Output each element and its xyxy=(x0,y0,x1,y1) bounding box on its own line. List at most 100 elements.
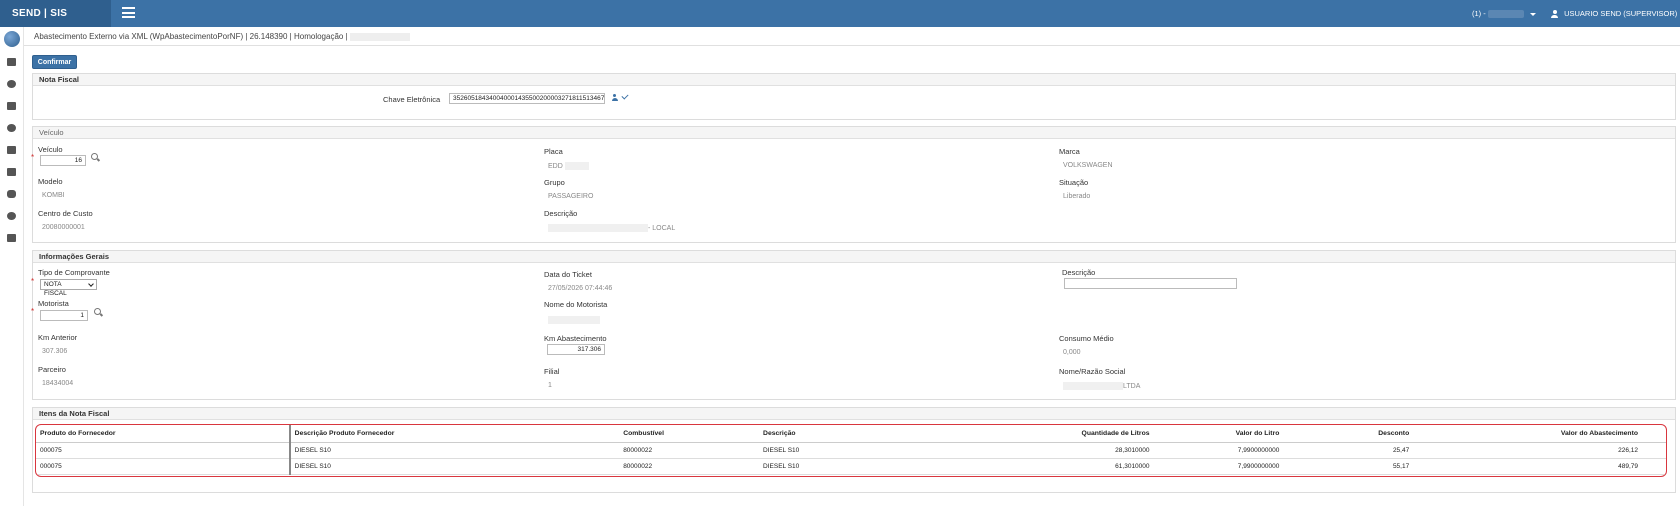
table-cell: DIESEL S10 xyxy=(288,442,620,459)
marca-value: VOLKSWAGEN xyxy=(1063,162,1113,169)
table-cell: 25,47 xyxy=(1283,442,1414,459)
user-menu[interactable]: USUARIO SEND (SUPERVISOR) xyxy=(1551,0,1680,43)
gear-icon[interactable] xyxy=(7,80,16,88)
table-icon[interactable] xyxy=(7,102,16,110)
top-bar: SEND | SIS (1) - USUARIO SEND (SUPERVISO… xyxy=(0,0,1680,43)
industry-icon[interactable] xyxy=(7,146,16,154)
consumo-medio-label: Consumo Médio xyxy=(1059,334,1114,343)
print-icon[interactable] xyxy=(7,234,16,242)
search-icon[interactable] xyxy=(7,212,16,220)
truck-icon[interactable] xyxy=(7,168,16,176)
redacted-text xyxy=(349,32,410,41)
confirm-button[interactable]: Confirmar xyxy=(32,55,77,69)
brand-logo[interactable]: SEND | SIS xyxy=(0,0,111,27)
grupo-value: PASSAGEIRO xyxy=(548,193,594,200)
table-header-row: Produto do Fornecedor Descrição Produto … xyxy=(36,425,1666,443)
sidebar xyxy=(0,27,24,506)
panel-title: Informações Gerais xyxy=(33,251,1675,263)
table-cell: 7,9900000000 xyxy=(1153,442,1284,459)
company-prefix: (1) - xyxy=(1472,9,1486,18)
descricao-label: Descrição xyxy=(544,209,578,218)
table-cell: 489,79 xyxy=(1413,458,1666,475)
table-cell: 000075 xyxy=(36,442,290,459)
veiculo-panel: Veículo * Veículo 16 Placa EDD Marca VOL… xyxy=(31,126,1676,243)
modelo-label: Modelo xyxy=(38,177,63,186)
panel-title: Veículo xyxy=(33,127,1675,139)
km-anterior-label: Km Anterior xyxy=(38,333,78,342)
nome-motorista-redacted xyxy=(548,315,600,324)
veiculo-label: Veículo xyxy=(38,145,63,154)
table-cell: 80000022 xyxy=(619,442,760,459)
itens-table: Produto do Fornecedor Descrição Produto … xyxy=(36,425,1666,475)
filial-label: Filial xyxy=(544,367,560,376)
column-header[interactable]: Quantidade de Litros xyxy=(988,425,1154,443)
data-ticket-value: 27/05/2026 07:44:46 xyxy=(548,285,613,292)
chart-icon[interactable] xyxy=(7,58,16,66)
table-row[interactable]: 000075 DIESEL S10 80000022 DIESEL S10 28… xyxy=(36,442,1666,459)
situacao-value: Liberado xyxy=(1063,193,1091,200)
user-icon[interactable] xyxy=(611,94,618,101)
parceiro-label: Parceiro xyxy=(38,365,66,374)
placa-value: EDD xyxy=(548,162,589,170)
cogs-icon[interactable] xyxy=(7,124,16,132)
chave-input[interactable]: 3526051843400400014355002000032718115134… xyxy=(449,93,605,104)
placa-label: Placa xyxy=(544,147,563,156)
user-icon xyxy=(1551,10,1558,19)
descricao-input[interactable] xyxy=(1064,278,1237,289)
table-cell: DIESEL S10 xyxy=(288,458,620,475)
column-header[interactable]: Descrição Produto Fornecedor xyxy=(288,425,620,443)
motorista-label: Motorista xyxy=(38,299,69,308)
table-cell: 61,3010000 xyxy=(988,458,1154,475)
column-header[interactable]: Valor do Abastecimento xyxy=(1413,425,1666,443)
marca-label: Marca xyxy=(1059,147,1080,156)
breadcrumb: Abastecimento Externo via XML (WpAbastec… xyxy=(24,27,1680,46)
razao-social-value: LTDA xyxy=(1063,382,1140,390)
check-icon[interactable] xyxy=(621,92,629,100)
column-header[interactable]: Desconto xyxy=(1283,425,1414,443)
table-cell: DIESEL S10 xyxy=(759,442,989,459)
panel-title: Itens da Nota Fiscal xyxy=(33,408,1675,420)
modelo-value: KOMBI xyxy=(42,192,65,199)
motorista-input[interactable]: 1 xyxy=(40,310,88,321)
table-cell: 55,17 xyxy=(1283,458,1414,475)
company-selector[interactable]: (1) - xyxy=(1472,0,1536,27)
required-marker: * xyxy=(31,277,35,286)
nome-motorista-label: Nome do Motorista xyxy=(544,300,608,309)
user-name: USUARIO SEND (SUPERVISOR) xyxy=(1564,9,1678,18)
column-header[interactable]: Valor do Litro xyxy=(1153,425,1284,443)
data-ticket-label: Data do Ticket xyxy=(544,270,592,279)
tipo-comprovante-select[interactable]: NOTA FISCAL xyxy=(40,279,97,297)
km-abastecimento-label: Km Abastecimento xyxy=(544,334,607,343)
column-header[interactable]: Descrição xyxy=(759,425,989,443)
menu-toggle-icon[interactable] xyxy=(122,7,135,18)
table-cell: DIESEL S10 xyxy=(759,458,989,475)
chave-label: Chave Eletrônica xyxy=(383,95,441,104)
km-abastecimento-input[interactable]: 317.306 xyxy=(547,344,605,355)
table-cell: 226,12 xyxy=(1413,442,1666,459)
app-logo-icon xyxy=(4,31,20,47)
search-icon[interactable] xyxy=(94,308,102,316)
table-row[interactable]: 000075 DIESEL S10 80000022 DIESEL S10 61… xyxy=(36,458,1666,475)
informacoes-gerais-panel: Informações Gerais * Tipo de Comprovante… xyxy=(31,250,1676,400)
fuel-icon[interactable] xyxy=(7,190,16,198)
filial-value: 1 xyxy=(548,382,552,389)
table-cell: 000075 xyxy=(36,458,290,475)
consumo-medio-value: 0,000 xyxy=(1063,349,1081,356)
column-header[interactable]: Combustível xyxy=(619,425,760,443)
situacao-label: Situação xyxy=(1059,178,1089,187)
km-anterior-value: 307.306 xyxy=(42,348,68,355)
search-icon[interactable] xyxy=(91,153,99,161)
required-marker: * xyxy=(31,307,35,316)
table-cell: 28,3010000 xyxy=(988,442,1154,459)
itens-table-container: Produto do Fornecedor Descrição Produto … xyxy=(35,424,1667,477)
parceiro-value: 18434004 xyxy=(42,380,74,387)
required-marker: * xyxy=(31,153,35,162)
table-cell: 80000022 xyxy=(619,458,760,475)
company-name-redacted xyxy=(1487,10,1524,19)
page-title: Abastecimento Externo via XML (WpAbastec… xyxy=(34,32,348,41)
descricao-value: - LOCAL xyxy=(548,224,675,232)
veiculo-input[interactable]: 16 xyxy=(40,155,86,166)
nota-fiscal-panel: Nota Fiscal Chave Eletrônica 35260518434… xyxy=(32,73,1676,120)
panel-title: Nota Fiscal xyxy=(33,74,1675,86)
column-header[interactable]: Produto do Fornecedor xyxy=(36,425,290,443)
